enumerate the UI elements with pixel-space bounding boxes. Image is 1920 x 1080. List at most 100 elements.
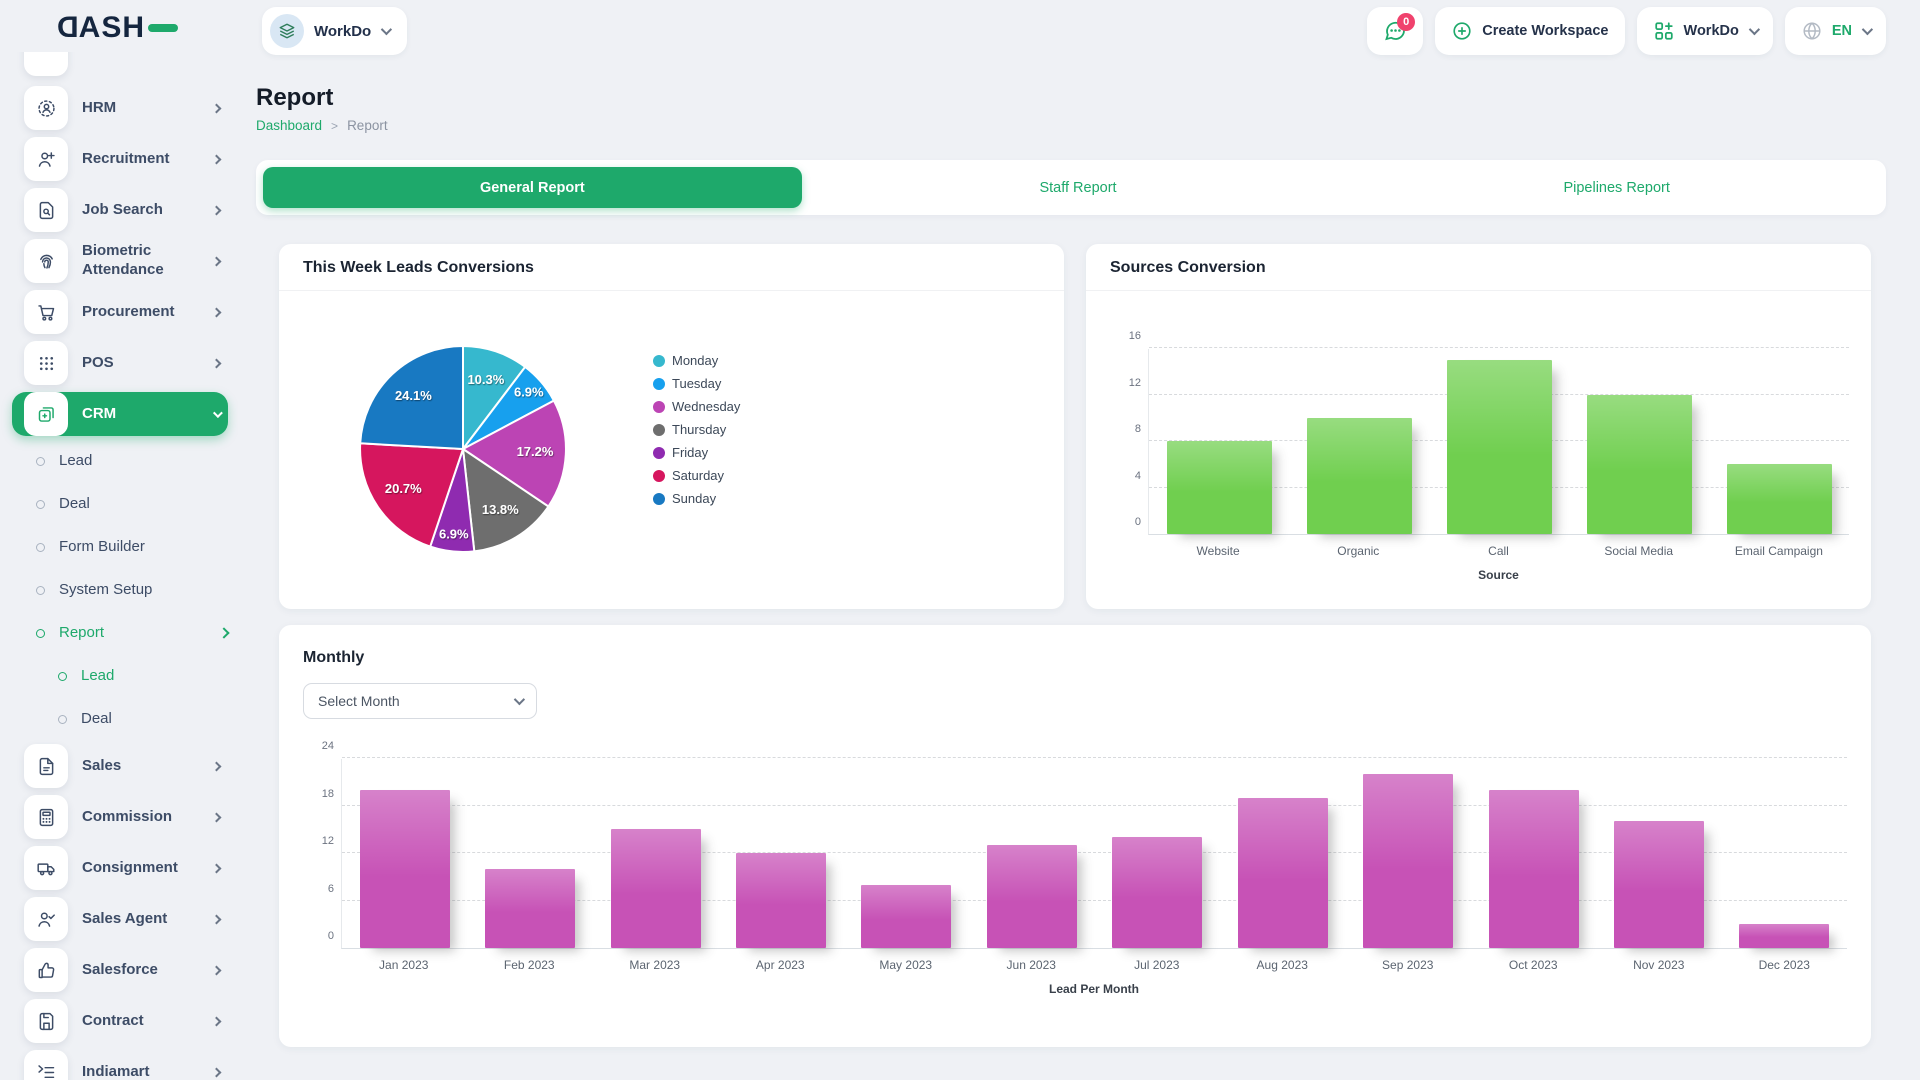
sidebar-item-indiamart[interactable]: Indiamart	[24, 1050, 228, 1080]
language-label: EN	[1832, 23, 1852, 39]
tab-pipelines-report[interactable]: Pipelines Report	[1347, 160, 1886, 215]
sidebar-item-sales-agent[interactable]: Sales Agent	[24, 897, 228, 941]
x-label-jun-2023: Jun 2023	[969, 958, 1095, 972]
chevron-right-icon	[212, 1067, 222, 1077]
layers-icon	[278, 22, 296, 40]
x-label-social-media: Social Media	[1569, 544, 1709, 558]
create-workspace-button[interactable]: Create Workspace	[1435, 7, 1624, 55]
sidebar-item-salesforce[interactable]: Salesforce	[24, 948, 228, 992]
sidebar-item-form-builder[interactable]: Form Builder	[24, 529, 228, 565]
sidebar-item-commission[interactable]: Commission	[24, 795, 228, 839]
tab-staff-report[interactable]: Staff Report	[809, 160, 1348, 215]
sidebar-item-deal[interactable]: Deal	[24, 701, 228, 737]
legend-item-tuesday[interactable]: Tuesday	[653, 376, 740, 391]
bar-jul-2023	[1112, 837, 1202, 948]
chevron-right-icon	[218, 627, 229, 638]
sidebar-item-label: System Setup	[59, 581, 228, 600]
bar-may-2023	[861, 885, 951, 948]
legend-item-sunday[interactable]: Sunday	[653, 491, 740, 506]
bar-aug-2023	[1238, 798, 1328, 948]
bar-slot	[844, 759, 969, 948]
bar-email-campaign	[1727, 464, 1832, 534]
chevron-right-icon	[212, 914, 222, 924]
workdo-menu-button[interactable]: WorkDo	[1637, 7, 1773, 55]
bullet-circle-icon	[36, 543, 45, 552]
x-label-website: Website	[1148, 544, 1288, 558]
logo-text: ASH	[79, 13, 145, 43]
chevron-right-icon	[212, 1016, 222, 1026]
sidebar-item-pos[interactable]: POS	[24, 341, 228, 385]
sidebar-item-label: Contract	[82, 1012, 213, 1031]
sidebar-item-report[interactable]: Report	[24, 615, 228, 651]
legend-item-friday[interactable]: Friday	[653, 445, 740, 460]
breadcrumb-dashboard[interactable]: Dashboard	[256, 118, 322, 133]
user-plus-icon	[24, 137, 68, 181]
legend-label: Saturday	[672, 468, 724, 483]
axis-caption: Source	[1148, 568, 1849, 582]
list-chevron-icon	[24, 1050, 68, 1080]
sidebar-item-label: Lead	[81, 667, 228, 686]
sidebar-item-system-setup[interactable]: System Setup	[24, 572, 228, 608]
sidebar-item-hrm[interactable]: HRM	[24, 86, 228, 130]
sidebar-item-biometric-attendance[interactable]: Biometric Attendance	[24, 239, 228, 283]
file-search-icon	[24, 188, 68, 232]
legend-item-wednesday[interactable]: Wednesday	[653, 399, 740, 414]
bar-slot	[1345, 759, 1470, 948]
topbar: DASH WorkDo 0 Create Workspace WorkDo EN	[0, 0, 1920, 62]
sidebar-item-recruitment[interactable]: Recruitment	[24, 137, 228, 181]
workspace-switcher[interactable]: WorkDo	[262, 7, 407, 55]
globe-icon	[1801, 20, 1823, 42]
topbar-actions: 0 Create Workspace WorkDo EN	[1367, 7, 1886, 55]
main-content: Report Dashboard>Report General ReportSt…	[238, 62, 1920, 1080]
sidebar-nav: HRM Recruitment Job Search Biometric Attend…	[0, 52, 238, 1080]
sidebar-item-label: Form Builder	[59, 538, 228, 557]
bar-organic	[1307, 418, 1412, 534]
chevron-right-icon	[212, 761, 222, 771]
x-label-call: Call	[1428, 544, 1568, 558]
messages-badge: 0	[1397, 13, 1415, 31]
sidebar-item-lead[interactable]: Lead	[24, 443, 228, 479]
breadcrumb-separator: >	[331, 119, 338, 133]
chevron-right-icon	[212, 307, 222, 317]
sidebar-item-job-search[interactable]: Job Search	[24, 188, 228, 232]
legend-item-monday[interactable]: Monday	[653, 353, 740, 368]
bar-sep-2023	[1363, 774, 1453, 948]
sidebar-item-contract[interactable]: Contract	[24, 999, 228, 1043]
legend-item-thursday[interactable]: Thursday	[653, 422, 740, 437]
y-tick-label: 12	[302, 835, 334, 847]
messages-button[interactable]: 0	[1367, 7, 1423, 55]
legend-label: Thursday	[672, 422, 726, 437]
sidebar-item-deal[interactable]: Deal	[24, 486, 228, 522]
sidebar-item-sales[interactable]: Sales	[24, 744, 228, 788]
sidebar-item-lead[interactable]: Lead	[24, 658, 228, 694]
y-tick-label: 0	[1109, 516, 1141, 528]
x-label-sep-2023: Sep 2023	[1345, 958, 1471, 972]
legend-dot-icon	[653, 355, 665, 367]
breadcrumb: Dashboard>Report	[256, 118, 388, 133]
language-selector[interactable]: EN	[1785, 7, 1886, 55]
sidebar-item-procurement[interactable]: Procurement	[24, 290, 228, 334]
legend-dot-icon	[653, 401, 665, 413]
sidebar-item-label: CRM	[82, 405, 213, 424]
sidebar-item-partial[interactable]	[24, 52, 68, 76]
card-title: Sources Conversion	[1086, 244, 1871, 291]
page-title: Report	[256, 84, 333, 112]
sidebar-item-crm[interactable]: CRM	[12, 392, 228, 436]
sidebar-item-label: Sales Agent	[82, 910, 213, 929]
y-tick-label: 16	[1109, 330, 1141, 342]
legend-dot-icon	[653, 424, 665, 436]
legend-dot-icon	[653, 378, 665, 390]
select-month-dropdown[interactable]: Select Month	[303, 683, 537, 719]
pie-slice-label: 10.3%	[467, 372, 504, 387]
x-label-jan-2023: Jan 2023	[341, 958, 467, 972]
sidebar-item-consignment[interactable]: Consignment	[24, 846, 228, 890]
x-label-mar-2023: Mar 2023	[592, 958, 718, 972]
legend-item-saturday[interactable]: Saturday	[653, 468, 740, 483]
app-logo[interactable]: DASH	[56, 13, 178, 43]
sidebar-item-label: Recruitment	[82, 150, 213, 169]
bullet-circle-icon	[36, 586, 45, 595]
pie-legend: Monday Tuesday Wednesday Thursday Friday Satu…	[653, 329, 740, 574]
fingerprint-icon	[24, 239, 68, 283]
tab-general-report[interactable]: General Report	[263, 167, 802, 208]
grid-plus-icon	[1653, 20, 1675, 42]
